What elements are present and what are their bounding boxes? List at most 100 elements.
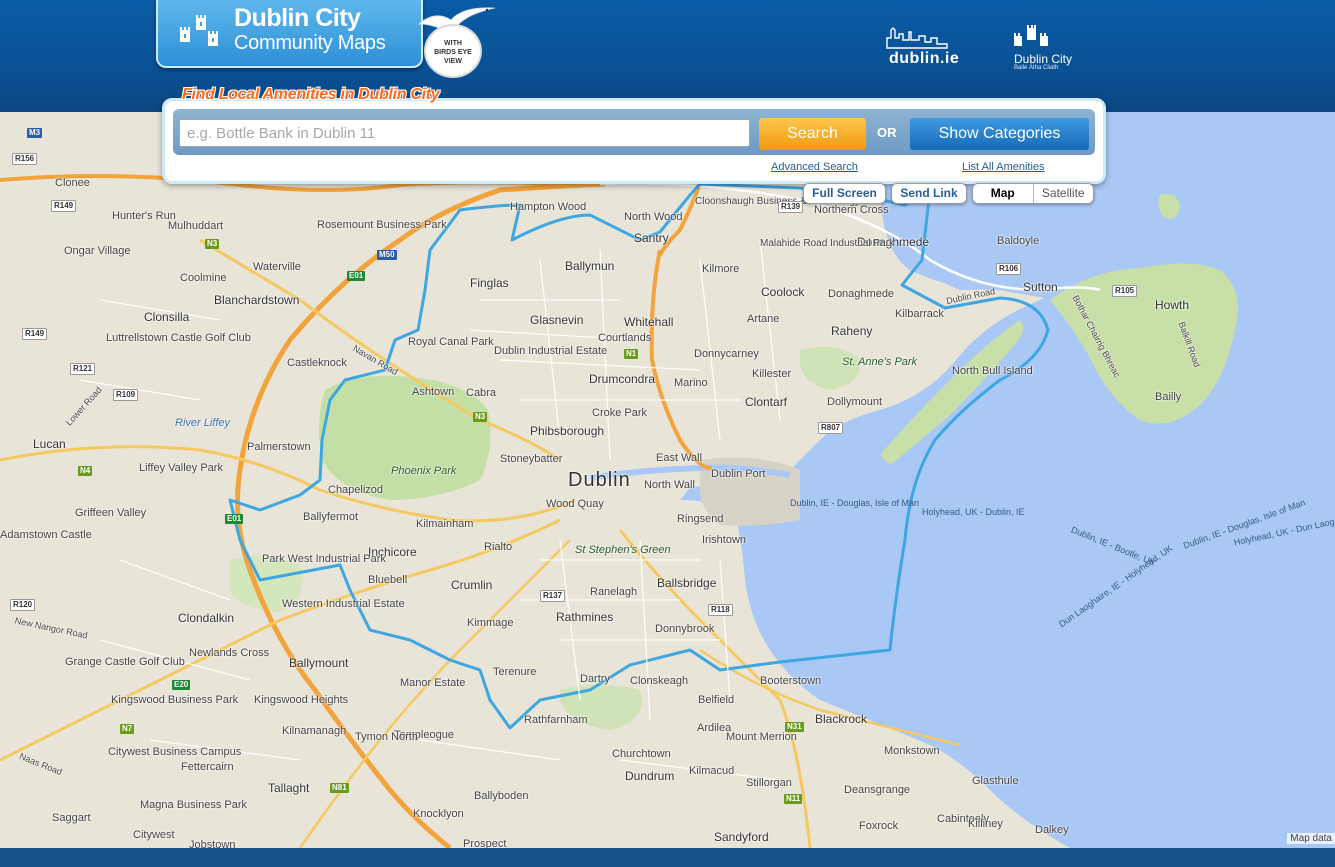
road-shield: N4 [78, 466, 93, 476]
map-label: Rathmines [556, 610, 614, 624]
search-button[interactable]: Search [759, 118, 866, 150]
phoenix-park [319, 375, 491, 500]
map-label: St Stephen's Green [575, 544, 671, 556]
map-label: Ringsend [677, 513, 724, 525]
map-label: Newlands Cross [189, 647, 270, 659]
road-shield: R106 [996, 263, 1022, 275]
road-shield: R137 [540, 590, 566, 602]
castle-crest-icon [1014, 25, 1048, 46]
advanced-search-link[interactable]: Advanced Search [771, 161, 858, 173]
map-label: Croke Park [592, 407, 648, 419]
map-label: Western Industrial Estate [282, 598, 405, 610]
dublin-ie-text: dublin.ie [889, 50, 960, 67]
map-label: Donnycarney [694, 348, 759, 360]
road-shield: N81 [330, 783, 349, 793]
map-label: Phoenix Park [391, 465, 457, 477]
road-shield: E20 [172, 680, 191, 690]
birds-eye-view-badge: WITH BIRDS EYE VIEW [424, 24, 482, 78]
road-shield: R120 [10, 599, 36, 611]
map-type-map-button[interactable]: Map [973, 184, 1034, 203]
dublin-ie-logo[interactable]: dublin.ie [885, 26, 965, 70]
map-label: Booterstown [760, 675, 822, 687]
map-label: Irishtown [702, 534, 747, 546]
road-shield: E01 [225, 514, 244, 524]
map-label: Ballsbridge [657, 576, 717, 590]
map-label: Dublin Industrial Estate [494, 345, 608, 357]
ferry-route-label: Dublin, IE - Douglas, Isle of Man [790, 498, 920, 508]
map-label: Hunter's Run [112, 210, 176, 222]
map-label: Rosemount Business Park [317, 219, 447, 231]
map-label: Bailly [1155, 391, 1182, 403]
map-label: Knocklyon [413, 808, 464, 820]
map-label: Deansgrange [844, 784, 911, 796]
map-label: Rathfarnham [524, 714, 588, 726]
map-label: Terenure [493, 666, 537, 678]
map-label: Liffey Valley Park [139, 462, 223, 474]
map-label: Ongar Village [64, 245, 131, 257]
council-name: Dublin City [1014, 52, 1073, 66]
skyline-icon [886, 27, 948, 49]
map-label: Citywest Business Campus [108, 746, 242, 758]
map-label: Kilnamanagh [282, 725, 347, 737]
map-canvas[interactable]: Dublin Clonee Hunter's Run Mulhuddart On… [0, 112, 1335, 848]
map-label: Kingswood Heights [254, 694, 349, 706]
map-label: Phibsborough [530, 424, 605, 438]
road-shield: N3 [205, 239, 220, 249]
map-label: Belfield [698, 694, 735, 706]
site-logo[interactable]: Dublin City Community Maps [156, 0, 423, 68]
map-label: Donaghmede [828, 288, 895, 300]
map-label: Santry [634, 231, 669, 245]
logo-subtitle: Community Maps [234, 32, 386, 54]
map-label: Clonskeagh [630, 675, 689, 687]
map-attribution[interactable]: Map data [1287, 833, 1335, 844]
map-label: Adamstown Castle [0, 529, 92, 541]
road-shield: N3 [473, 412, 488, 422]
map-label: Whitehall [624, 315, 674, 329]
map-label: Drumcondra [589, 372, 656, 386]
map-label: Courtlands [598, 332, 652, 344]
map-label: Park West Industrial Park [262, 553, 386, 565]
map-label: Coolmine [180, 272, 227, 284]
full-screen-button[interactable]: Full Screen [803, 183, 886, 204]
road-shield: R139 [778, 201, 804, 213]
castle-logo-icon [180, 15, 218, 46]
map-label: Finglas [470, 276, 509, 290]
road-shield: N1 [624, 349, 639, 359]
map-label: Malahide Road Industrial Park [760, 238, 894, 249]
map-label: Sutton [1023, 280, 1058, 294]
search-input[interactable] [179, 119, 750, 147]
map-label: Clondalkin [178, 611, 235, 625]
map-label: Griffeen Valley [75, 507, 147, 519]
road-shield: E01 [347, 271, 366, 281]
road-shield: R807 [818, 422, 844, 434]
map-label: Artane [747, 313, 780, 325]
badge-line: BIRDS EYE [434, 49, 472, 56]
map-label: Clontarf [745, 395, 788, 409]
map-label-dublin: Dublin [568, 469, 631, 491]
map-label: Stillorgan [746, 777, 792, 789]
list-all-amenities-link[interactable]: List All Amenities [962, 161, 1045, 173]
road-shield: R109 [113, 389, 139, 401]
map-label: East Wall [656, 452, 703, 464]
road-shield: R105 [1112, 285, 1138, 297]
dublin-city-council-logo[interactable]: Dublin City Baile Átha Cliath [1008, 24, 1088, 76]
map-label: Marino [674, 377, 708, 389]
map-label: Luttrellstown Castle Golf Club [106, 332, 251, 344]
map-label: Killiney [968, 818, 1003, 830]
map-label: Ballyboden [474, 790, 529, 802]
map-label: Dollymount [827, 396, 883, 408]
map-label: Ballyfermot [303, 511, 359, 523]
map-label: Jobstown [189, 839, 236, 848]
map-label: North Wall [644, 479, 695, 491]
map-label: Grange Castle Golf Club [65, 656, 185, 668]
map-label: Wood Quay [546, 498, 604, 510]
map-label: Ballymount [289, 656, 349, 670]
send-link-button[interactable]: Send Link [891, 183, 967, 204]
show-categories-button[interactable]: Show Categories [910, 118, 1089, 150]
map-label: Crumlin [451, 578, 493, 592]
map-label: Cabra [466, 387, 496, 399]
map-label: Glasthule [972, 775, 1019, 787]
map-label: Citywest [133, 829, 175, 841]
map-label: Kingswood Business Park [111, 694, 239, 706]
map-type-satellite-button[interactable]: Satellite [1034, 184, 1094, 203]
